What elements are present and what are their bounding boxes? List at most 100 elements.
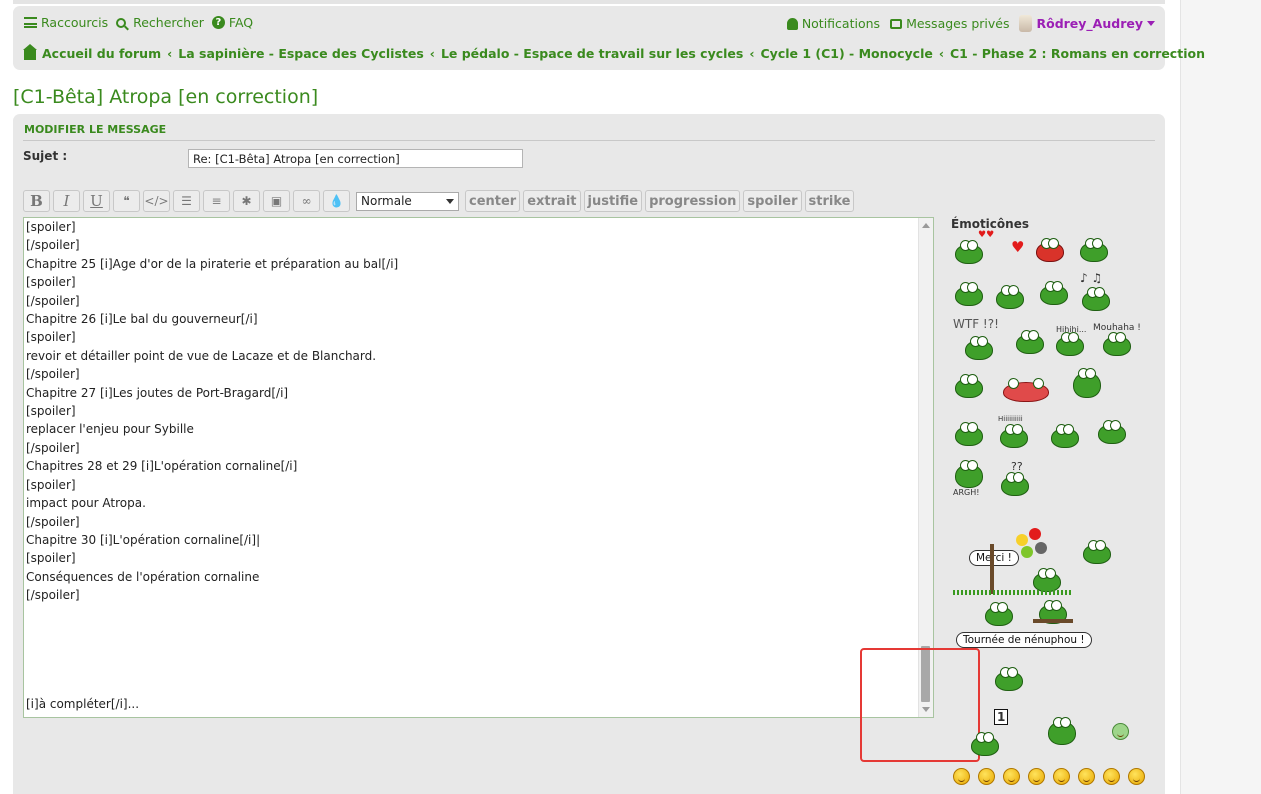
editor-line: [spoiler] — [26, 404, 76, 419]
frog-crying-icon[interactable] — [955, 374, 983, 398]
breadcrumb-phase2[interactable]: C1 - Phase 2 : Romans en correction — [950, 46, 1205, 61]
editor-line: Conséquences de l'opération cornaline — [26, 569, 260, 584]
editor-line: Chapitre 26 [i]Le bal du gouverneur[/i] — [26, 312, 258, 327]
frog-laughing-icon[interactable] — [1056, 332, 1084, 356]
code-button[interactable]: </> — [143, 190, 170, 212]
red-frog-icon[interactable] — [1036, 238, 1064, 262]
underline-button[interactable]: U — [83, 190, 110, 212]
smiley-surprised-icon[interactable] — [1028, 768, 1045, 785]
frog-icon[interactable] — [1040, 281, 1068, 305]
editor-line: Chapitres 28 et 29 [i]L'opération cornal… — [26, 459, 298, 474]
frog-scared-icon[interactable] — [1000, 424, 1028, 448]
divider — [23, 140, 1155, 141]
editor-line: [/spoiler] — [26, 293, 80, 308]
image-button[interactable]: ▣ — [263, 190, 290, 212]
color-button[interactable]: 💧 — [323, 190, 350, 212]
breadcrumb-sapiniere[interactable]: La sapinière - Espace des Cyclistes — [178, 46, 424, 61]
frog-icon[interactable] — [1098, 420, 1126, 444]
editor-line: Chapitre 30 [i]L'opération cornaline[/i]… — [26, 532, 261, 547]
message-textarea[interactable]: [spoiler] [/spoiler] Chapitre 25 [i]Age d'… — [23, 217, 934, 718]
list-item-button[interactable]: ✱ — [233, 190, 260, 212]
green-smiley-icon[interactable] — [1112, 723, 1129, 740]
link-button[interactable]: ∞ — [293, 190, 320, 212]
frog-angel-icon[interactable] — [1048, 717, 1076, 745]
smiley-confused-icon[interactable] — [1103, 768, 1120, 785]
breadcrumb-pedalo[interactable]: Le pédalo - Espace de travail sur les cy… — [441, 46, 743, 61]
frog-party-icon[interactable] — [1051, 424, 1079, 448]
user-menu[interactable]: Rôdrey_Audrey — [1019, 15, 1155, 32]
extrait-button[interactable]: extrait — [523, 190, 581, 212]
list-button[interactable]: ☰ — [173, 190, 200, 212]
faq-link[interactable]: ? FAQ — [211, 15, 253, 30]
frog-cheers-icon[interactable] — [995, 667, 1023, 691]
italic-button[interactable]: I — [53, 190, 80, 212]
progression-button[interactable]: progression — [645, 190, 741, 212]
table-icon — [1033, 619, 1073, 623]
smiley-shocked-icon[interactable] — [1053, 768, 1070, 785]
breadcrumb-forum-home[interactable]: Accueil du forum — [42, 46, 161, 61]
editor-line: replacer l'enjeu pour Sybille — [26, 422, 194, 437]
frog-wizard-icon[interactable] — [1083, 540, 1111, 564]
search-link[interactable]: Rechercher — [116, 15, 204, 30]
justifie-button[interactable]: justifie — [583, 190, 643, 212]
inbox-icon — [890, 18, 903, 29]
subject-label: Sujet : — [23, 149, 68, 163]
wtf-label: WTF !?! — [953, 317, 999, 331]
frog-evil-icon[interactable] — [1103, 332, 1131, 356]
smiley-grin-icon[interactable] — [978, 768, 995, 785]
smiley-cool-icon[interactable] — [1128, 768, 1145, 785]
frog-singing-icon[interactable] — [1082, 287, 1110, 311]
quick-links: Raccourcis Rechercher ? FAQ — [24, 15, 253, 30]
frog-icon[interactable] — [985, 602, 1013, 626]
editor-line: [spoiler] — [26, 551, 76, 566]
frog-icon[interactable] — [996, 285, 1024, 309]
notifications-link[interactable]: Notifications — [786, 16, 880, 31]
heart-icon[interactable]: ♥ — [1011, 238, 1024, 256]
smiley-eek-icon[interactable] — [1078, 768, 1095, 785]
spoiler-button[interactable]: spoiler — [743, 190, 802, 212]
private-messages-link[interactable]: Messages privés — [890, 16, 1009, 31]
frog-cheerleader-icon[interactable] — [1003, 378, 1049, 402]
user-links: Notifications Messages privés Rôdrey_Aud… — [786, 15, 1155, 32]
editor-scrollbar[interactable] — [918, 218, 933, 717]
breadcrumb-separator-icon: ‹ — [938, 46, 944, 61]
number-one-sign: 1 — [994, 709, 1009, 725]
editor-line: [/spoiler] — [26, 514, 80, 529]
editor-line: [spoiler] — [26, 275, 76, 290]
scroll-up-icon[interactable] — [922, 223, 930, 228]
breadcrumb-cycle1[interactable]: Cycle 1 (C1) - Monocycle — [761, 46, 933, 61]
tournee-bubble: Tournée de nénuphou ! — [956, 632, 1092, 648]
font-size-select[interactable]: Normale — [356, 191, 459, 211]
frog-dizzy-icon[interactable] — [1080, 238, 1108, 262]
subject-input[interactable] — [188, 149, 523, 168]
private-messages-label: Messages privés — [906, 16, 1010, 31]
numbered-list-button[interactable]: ≡ — [203, 190, 230, 212]
strike-button[interactable]: strike — [804, 190, 855, 212]
frog-merci-icon[interactable] — [1033, 568, 1061, 592]
grass — [953, 590, 1071, 595]
shortcuts-link[interactable]: Raccourcis — [24, 15, 108, 30]
emoticons-title: Émoticônes — [951, 217, 1029, 231]
edit-message-panel: MODIFIER LE MESSAGE Sujet : B I U ❝ </> … — [13, 114, 1165, 794]
frog-icon[interactable] — [1016, 330, 1044, 354]
frog-grin-icon[interactable] — [955, 422, 983, 446]
question-icon: ? — [211, 16, 225, 29]
frog-celebrate-icon[interactable] — [1073, 368, 1101, 398]
frog-icon[interactable] — [955, 282, 983, 306]
quote-button[interactable]: ❝ — [113, 190, 140, 212]
bold-button[interactable]: B — [23, 190, 50, 212]
frog-wtf-icon[interactable] — [965, 336, 993, 360]
frog-argh-icon[interactable] — [955, 460, 983, 488]
frog-number-one-icon[interactable] — [971, 732, 999, 756]
smiley-laugh-icon[interactable] — [953, 768, 970, 785]
frog-smiley-icon[interactable] — [955, 240, 983, 264]
center-button[interactable]: center — [465, 190, 521, 212]
page-title[interactable]: [C1-Bêta] Atropa [en correction] — [13, 86, 318, 108]
frog-confused-icon[interactable] — [1001, 472, 1029, 496]
right-gutter — [1180, 0, 1261, 794]
chevron-down-icon — [446, 198, 454, 204]
panel-heading: MODIFIER LE MESSAGE — [24, 123, 167, 136]
editor-line: [/spoiler] — [26, 238, 80, 253]
smiley-wink-icon[interactable] — [1003, 768, 1020, 785]
caret-down-icon — [1147, 21, 1155, 26]
